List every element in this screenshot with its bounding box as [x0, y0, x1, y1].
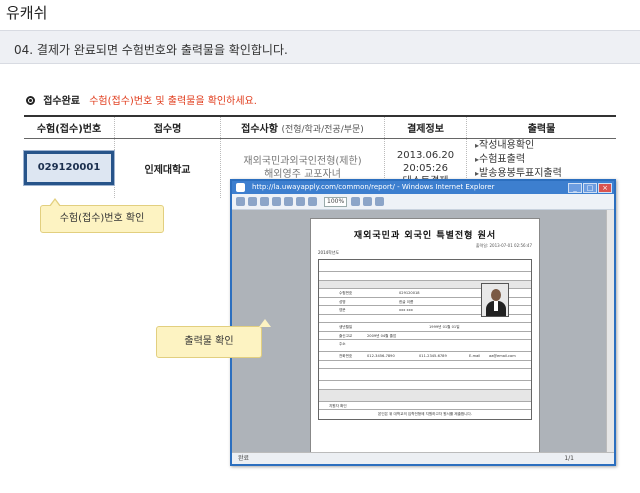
header-school: 접수명 — [114, 115, 221, 139]
section-description: 수험(접수)번호 및 출력물을 확인하세요. — [89, 96, 257, 107]
email-field: aa@email.com — [489, 354, 516, 358]
header-details-sub: (전형/학과/전공/부문) — [281, 124, 364, 135]
photo-shirt — [494, 301, 498, 311]
section-title: 접수완료 — [43, 96, 80, 107]
details-line-1: 재외국민과외국인전형(제한) — [243, 156, 362, 168]
form-row: 전화번호 012-3456-7890 011-2345-6789 E-mail aa@e… — [319, 352, 531, 361]
form-row — [319, 361, 531, 369]
form-row: 생년월일 1999년 01월 01일 — [319, 323, 531, 332]
form-row — [319, 389, 531, 402]
form-row — [319, 272, 531, 281]
page-indicator: 1/1 — [564, 455, 574, 462]
last-page-icon[interactable] — [296, 197, 305, 206]
report-viewport[interactable]: 재외국민과 외국인 특별전형 원서 출력일: 2013-07-01 02:56:… — [232, 210, 614, 454]
reg-no-field: 029120018 — [399, 291, 420, 295]
table-header-row: 수험(접수)번호 접수명 접수사항 (전형/학과/전공/부문) 결제정보 출력물 — [24, 115, 616, 139]
header-output: 출력물 — [466, 115, 616, 139]
ie-icon — [236, 183, 245, 192]
school-field: 2009년 04월 졸업 — [367, 333, 397, 338]
print-icon[interactable] — [248, 197, 257, 206]
fit-page-icon[interactable] — [363, 197, 373, 206]
output-link-ticket[interactable]: 수험표출력 — [475, 153, 616, 167]
app-title: 유캐쉬 — [6, 4, 48, 22]
report-toolbar: 100% — [232, 194, 614, 210]
doc-print-date: 출력일: 2013-07-01 02:56:47 — [475, 243, 532, 248]
footer-note: 본인은 위 대학교의 입학전형에 지원하고자 원서를 제출합니다. — [378, 412, 472, 416]
next-page-icon[interactable] — [284, 197, 293, 206]
minimize-icon[interactable]: _ — [568, 183, 582, 193]
form-row — [319, 381, 531, 390]
cell-reg-no: 029120001 — [24, 138, 115, 198]
pay-date: 2013.06.20 — [396, 149, 455, 161]
status-text: 완료 — [238, 455, 250, 462]
phone-field: 012-3456-7890 — [367, 354, 395, 358]
header-payment: 결제정보 — [384, 115, 467, 139]
reg-no-label: 수험번호 — [339, 291, 353, 295]
birth-label: 생년월일 — [339, 325, 353, 329]
export-icon[interactable] — [375, 197, 385, 206]
close-icon[interactable]: × — [598, 183, 612, 193]
cell-school: 인제대학교 — [114, 138, 221, 198]
form-row — [319, 369, 531, 381]
step-banner: 04. 결제가 완료되면 수험번호와 출력물을 확인합니다. — [0, 30, 640, 64]
reg-no-value[interactable]: 029120001 — [24, 151, 114, 186]
ie-titlebar[interactable]: http://la.uwayapply.com/common/report/ -… — [232, 181, 614, 194]
zoom-out-icon[interactable] — [308, 197, 317, 206]
callout-reg-no: 수험(접수)번호 확인 — [40, 198, 164, 233]
phone-label: 전화번호 — [339, 354, 353, 358]
form-row: 지원자 확인 — [319, 402, 531, 410]
pay-time: 20:05:26 — [403, 162, 448, 174]
doc-year: 2014학년도 — [318, 250, 340, 255]
vertical-scrollbar[interactable] — [606, 210, 614, 454]
bullet-icon — [26, 96, 35, 105]
name-en-field: xxx xxx — [399, 308, 413, 312]
applicant-photo — [481, 283, 509, 317]
form-row — [319, 260, 531, 272]
first-page-icon[interactable] — [260, 197, 269, 206]
form-row: 출신고교 2009년 04월 졸업 — [319, 332, 531, 340]
application-form-page: 재외국민과 외국인 특별전형 원서 출력일: 2013-07-01 02:56:… — [310, 218, 540, 454]
sign-label: 지원자 확인 — [329, 403, 347, 408]
header-reg-no: 수험(접수)번호 — [24, 115, 115, 139]
header-details-label: 접수사항 — [241, 123, 278, 135]
output-link-confirm[interactable]: 작성내용확인 — [475, 139, 616, 153]
doc-title: 재외국민과 외국인 특별전형 원서 — [353, 231, 497, 241]
photo-head — [491, 289, 501, 301]
prev-page-icon[interactable] — [272, 197, 281, 206]
callout-output: 출력물 확인 — [156, 319, 271, 358]
save-icon[interactable] — [236, 197, 245, 206]
zoom-in-icon[interactable] — [351, 197, 361, 206]
name-en-label: 영문 — [339, 308, 346, 312]
ie-statusbar: 완료 1/1 — [232, 452, 614, 464]
name-label: 성명 — [339, 299, 346, 304]
address-label: 주소 — [339, 342, 346, 346]
zoom-select[interactable]: 100% — [324, 196, 348, 207]
maximize-icon[interactable]: □ — [583, 183, 597, 193]
mobile-field: 011-2345-6789 — [419, 354, 447, 358]
output-list: 작성내용확인 수험표출력 발송용봉투표지출력 — [467, 139, 616, 181]
birth-field: 1999년 01월 01일 — [429, 325, 460, 329]
name-field: 한글 이름 — [399, 299, 414, 304]
section-heading: 접수완료 수험(접수)번호 및 출력물을 확인하세요. — [26, 92, 257, 107]
ie-title: http://la.uwayapply.com/common/report/ -… — [252, 183, 495, 191]
header-details: 접수사항 (전형/학과/전공/부문) — [220, 115, 385, 139]
form-row: 주소 — [319, 340, 531, 352]
window-controls: _ □ × — [567, 182, 612, 195]
ie-popup-window[interactable]: http://la.uwayapply.com/common/report/ -… — [230, 179, 616, 466]
email-label: E-mail — [469, 354, 481, 358]
school-label: 출신고교 — [339, 333, 353, 338]
